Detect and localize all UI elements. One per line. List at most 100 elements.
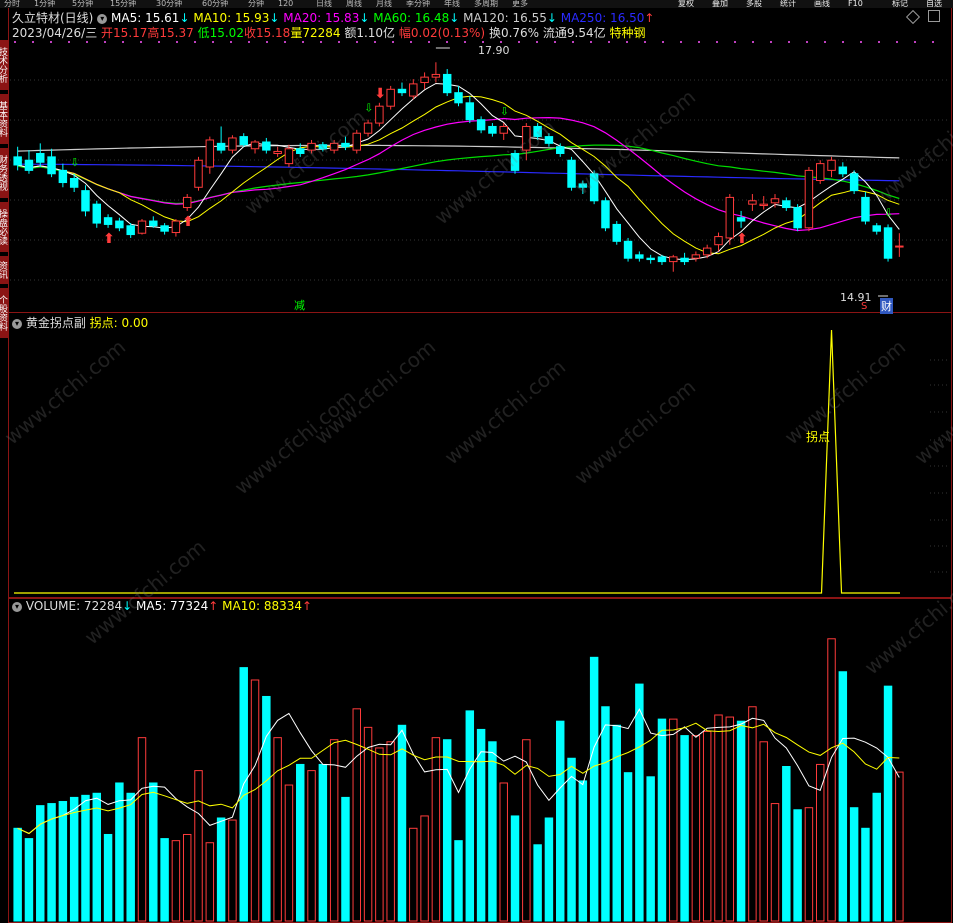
volume-bar bbox=[793, 809, 802, 922]
candle-body bbox=[92, 203, 102, 224]
volume-bar bbox=[736, 720, 746, 922]
candle-body bbox=[680, 257, 689, 263]
volume-bar bbox=[669, 718, 678, 922]
volume-bar bbox=[510, 815, 520, 922]
signal-dot bbox=[752, 41, 754, 43]
candle-body bbox=[488, 125, 497, 134]
volume-bar bbox=[680, 735, 689, 922]
candle-body bbox=[725, 196, 735, 239]
signal-dot bbox=[932, 41, 934, 43]
s-mark-label: S bbox=[861, 301, 868, 312]
candle-body bbox=[442, 73, 452, 94]
candle-body bbox=[872, 225, 881, 232]
volume-bar bbox=[499, 782, 508, 922]
candle-body bbox=[137, 220, 147, 234]
candle-body bbox=[115, 220, 124, 229]
volume-bar bbox=[601, 706, 610, 922]
volume-bar bbox=[431, 737, 441, 922]
candle-body bbox=[341, 142, 350, 148]
candle-body bbox=[103, 217, 113, 225]
volume-bar bbox=[409, 827, 418, 922]
signal-dot bbox=[698, 41, 700, 43]
candle-body bbox=[296, 148, 305, 154]
candle-body bbox=[748, 200, 757, 205]
hollow-arrow-icon: ⇩ bbox=[884, 206, 893, 219]
volume-bar bbox=[702, 730, 712, 922]
ma250-line bbox=[17, 163, 900, 182]
candle-body bbox=[58, 169, 68, 184]
signal-dot bbox=[140, 41, 142, 43]
volume-bar bbox=[250, 679, 260, 922]
volume-bar bbox=[861, 827, 870, 922]
signal-dot bbox=[770, 41, 772, 43]
volume-bar bbox=[81, 794, 90, 922]
candle-body bbox=[522, 125, 531, 151]
signal-dot bbox=[248, 41, 250, 43]
volume-bar bbox=[556, 720, 565, 922]
candle-body bbox=[793, 207, 802, 229]
volume-bar bbox=[544, 817, 554, 922]
candle-body bbox=[815, 163, 825, 182]
signal-dot bbox=[482, 41, 484, 43]
candle-body bbox=[307, 142, 316, 151]
candle-body bbox=[759, 203, 768, 207]
signal-dot bbox=[68, 41, 70, 43]
candle-body bbox=[499, 125, 508, 134]
volume-bar bbox=[352, 708, 361, 922]
volume-bar bbox=[635, 683, 644, 922]
signal-dot bbox=[590, 41, 592, 43]
signal-dot bbox=[176, 41, 178, 43]
signal-dot bbox=[302, 41, 304, 43]
volume-bar bbox=[149, 782, 158, 922]
signal-dot bbox=[824, 41, 826, 43]
candle-body bbox=[69, 177, 79, 188]
signal-dot bbox=[86, 41, 88, 43]
volume-bar bbox=[363, 726, 373, 922]
volume-bar bbox=[103, 833, 113, 922]
candle-body bbox=[205, 139, 215, 168]
candle-body bbox=[465, 102, 475, 121]
volume-bar bbox=[13, 827, 22, 922]
candle-body bbox=[81, 190, 90, 212]
volume-bar bbox=[657, 718, 667, 922]
volume-bar bbox=[770, 803, 780, 922]
candle-body bbox=[544, 136, 554, 144]
volume-bar bbox=[58, 801, 68, 922]
signal-dot bbox=[572, 41, 574, 43]
volume-bar bbox=[69, 796, 79, 922]
signal-arrow-icon: ⬆ bbox=[736, 231, 748, 247]
candle-body bbox=[533, 125, 542, 138]
candle-body bbox=[827, 159, 836, 171]
signal-dot bbox=[284, 41, 286, 43]
signal-dot bbox=[338, 41, 340, 43]
candle-body bbox=[329, 142, 339, 151]
candle-body bbox=[657, 256, 667, 263]
signal-dot bbox=[554, 41, 556, 43]
candle-body bbox=[861, 196, 870, 222]
volume-bar bbox=[205, 842, 215, 922]
ma120-line bbox=[17, 144, 900, 159]
signal-dot bbox=[374, 41, 376, 43]
volume-bar bbox=[623, 772, 633, 922]
volume-bar bbox=[318, 763, 328, 922]
candle-body bbox=[736, 217, 746, 222]
volume-bar bbox=[646, 776, 655, 922]
volume-bar bbox=[759, 741, 768, 922]
candle-body bbox=[476, 119, 486, 131]
candle-body bbox=[556, 146, 565, 154]
volume-bar bbox=[748, 706, 757, 922]
signal-arrow-icon: ⬇ bbox=[374, 86, 386, 102]
volume-bar bbox=[24, 838, 34, 922]
volume-bar bbox=[465, 710, 475, 922]
volume-bar bbox=[691, 735, 701, 922]
candle-body bbox=[702, 247, 712, 256]
signal-dot bbox=[446, 41, 448, 43]
volume-bar bbox=[578, 780, 588, 922]
volume-bar bbox=[420, 815, 429, 922]
candle-body bbox=[363, 122, 373, 134]
signal-dot bbox=[518, 41, 520, 43]
candle-body bbox=[612, 223, 621, 242]
kline-chart[interactable]: ⬆ ⬆ ⬇ ⬆ ⇩ ⇩ ⇩ ⇩ bbox=[0, 0, 953, 923]
signal-dot bbox=[158, 41, 160, 43]
candle-body bbox=[646, 257, 655, 261]
